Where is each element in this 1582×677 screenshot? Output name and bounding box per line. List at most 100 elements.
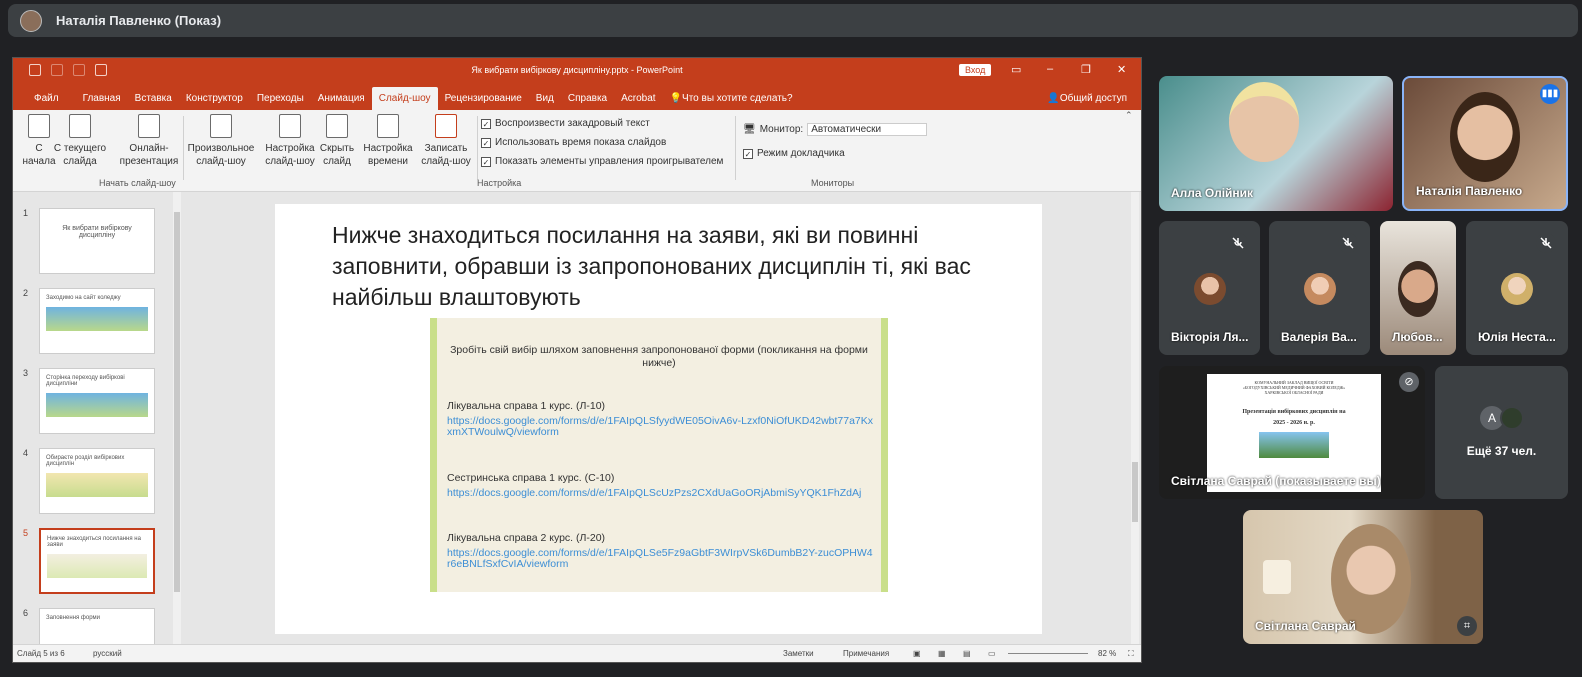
from-current-button[interactable]: С текущего слайда (51, 114, 109, 168)
unpin-icon[interactable]: ⊘ (1399, 372, 1419, 392)
zoom-level[interactable]: 82 % (1098, 649, 1116, 658)
tab-home[interactable]: Главная (76, 93, 128, 110)
tab-view[interactable]: Вид (529, 93, 561, 110)
tab-acrobat[interactable]: Acrobat (614, 93, 662, 110)
participant-video (1331, 524, 1411, 634)
thumbs-scrollbar[interactable] (173, 192, 181, 646)
hide-slide-button[interactable]: Скрыть слайд (317, 114, 357, 168)
participant-tile-screenshare[interactable]: КОМУНАЛЬНИЙ ЗАКЛАД ВИЩОЇ ОСВІТИ «БОГОДУХ… (1159, 366, 1425, 499)
media-controls-checkbox[interactable]: ✓ Показать элементы управления проигрыват… (481, 156, 723, 167)
shared-slide-line: ХАРКІВСЬКОЇ ОБЛАСНОЇ РАДИ (1264, 390, 1324, 395)
collapse-ribbon-icon[interactable]: ⌃ (1125, 110, 1133, 121)
tab-help[interactable]: Справка (561, 93, 614, 110)
participant-tile[interactable]: ⌗ Світлана Саврай (1243, 510, 1483, 644)
maximize-icon[interactable]: ❐ (1081, 63, 1091, 76)
form-link[interactable]: https://docs.google.com/forms/d/e/1FAIpQ… (447, 548, 875, 570)
signin-button[interactable]: Вход (959, 64, 992, 76)
minimize-icon[interactable]: – (1047, 63, 1053, 75)
tab-slideshow[interactable]: Слайд-шоу (371, 87, 438, 110)
tab-insert[interactable]: Вставка (128, 93, 179, 110)
slide-sorter-icon[interactable]: ▦ (938, 649, 946, 658)
presenter-title: Наталія Павленко (Показ) (56, 13, 222, 28)
record-show-button[interactable]: Записать слайд-шоу (415, 114, 477, 168)
tell-me-search[interactable]: 💡Что вы хотите сделать? (663, 93, 800, 110)
crop-icon[interactable]: ⌗ (1457, 616, 1477, 636)
thumb-text: Обираєте розділ вибіркових дисциплін (46, 455, 125, 467)
slide-thumbnail[interactable]: Сторінка переходу вибіркові дисципліни (39, 368, 155, 434)
participant-avatar (1193, 273, 1226, 305)
share-button[interactable]: 👤Общий доступ (1047, 93, 1127, 104)
slideshow-start-icon (28, 114, 50, 138)
participant-tile[interactable]: Юлія Неста... (1466, 221, 1568, 355)
slide-canvas[interactable]: Нижче знаходиться посилання на заяви, як… (275, 204, 1042, 634)
reading-view-icon[interactable]: ▤ (963, 649, 971, 658)
form-link[interactable]: https://docs.google.com/forms/d/e/1FAIpQ… (447, 416, 875, 438)
participant-avatar (1303, 273, 1336, 305)
tab-design[interactable]: Конструктор (179, 93, 250, 110)
slide-thumbnail[interactable]: Як вибрати вибіркову дисципліну (39, 208, 155, 274)
custom-show-button[interactable]: Произвольное слайд-шоу (185, 114, 257, 168)
fit-slide-icon[interactable]: ⛶ (1128, 649, 1134, 659)
participant-name: Валерія Ва... (1281, 330, 1357, 344)
thumb-number: 5 (23, 528, 29, 538)
more-participants-tile[interactable]: A Ещё 37 чел. (1435, 366, 1568, 499)
powerpoint-window: Як вибрати вибіркову дисципліну.pptx - P… (12, 57, 1142, 663)
thumb-number: 3 (23, 368, 29, 378)
divider (735, 116, 736, 180)
tab-transitions[interactable]: Переходы (250, 93, 311, 110)
online-present-button[interactable]: Онлайн-презентация (115, 114, 183, 168)
ribbon-display-icon[interactable]: ▭ (1011, 63, 1021, 76)
comments-button[interactable]: Примечания (843, 649, 889, 658)
presenter-avatar (20, 9, 42, 32)
slide-thumbnail[interactable]: Обираєте розділ вибіркових дисциплін (39, 448, 155, 514)
record-show-label: Записать слайд-шоу (421, 143, 471, 167)
more-participants-label: Ещё 37 чел. (1466, 444, 1537, 458)
from-current-label: С текущего слайда (53, 143, 107, 167)
zoom-slider[interactable] (1008, 653, 1088, 654)
participant-tile[interactable]: Вікторія Ля... (1159, 221, 1260, 355)
narration-checkbox[interactable]: ✓ Воспроизвести закадровый текст (481, 118, 650, 129)
tab-review[interactable]: Рецензирование (438, 93, 529, 110)
thumb-image (46, 307, 148, 331)
slide-scrollbar[interactable] (1131, 192, 1139, 646)
ribbon-tabs: Файл Главная Вставка Конструктор Переход… (13, 84, 1141, 110)
participant-tile-speaking[interactable]: ▮▮▮ Наталія Павленко (1402, 76, 1568, 211)
slide-heading[interactable]: Нижче знаходиться посилання на заяви, як… (332, 220, 972, 313)
thumb-text: Нижче знаходиться посилання на заяви (47, 536, 141, 548)
monitor-value[interactable]: Автоматически (807, 123, 928, 136)
slide-thumbnail[interactable]: Заходимо на сайт коледжу (39, 288, 155, 354)
tab-file[interactable]: Файл (27, 93, 66, 110)
timings-checkbox[interactable]: ✓ Использовать время показа слайдов (481, 137, 666, 148)
course-label: Лікувальна справа 2 курс. (Л-20) (447, 532, 606, 544)
monitor-select[interactable]: 🖥 Монитор: Автоматически (743, 123, 928, 136)
checkmark-icon: ✓ (481, 156, 491, 167)
close-icon[interactable]: ✕ (1117, 63, 1126, 76)
language-status[interactable]: русский (93, 649, 122, 658)
divider (477, 116, 478, 180)
slideshow-current-icon (69, 114, 91, 138)
thumb-number: 4 (23, 448, 29, 458)
tab-animation[interactable]: Анимация (311, 93, 372, 110)
participant-tile[interactable]: Любов... (1380, 221, 1456, 355)
slide-image[interactable]: Зробіть свій вибір шляхом заповнення зап… (430, 318, 888, 592)
rehearse-timings-button[interactable]: Настройка времени (361, 114, 415, 168)
monitor-label: Монитор: (759, 124, 804, 135)
setup-show-button[interactable]: Настройка слайд-шоу (263, 114, 317, 168)
slide-thumbnail-active[interactable]: Нижче знаходиться посилання на заяви (39, 528, 155, 594)
shared-slide-years: 2025 - 2026 н. р. (1273, 420, 1315, 426)
checkmark-icon: ✓ (481, 118, 491, 129)
scroll-thumb[interactable] (174, 212, 180, 592)
record-icon (435, 114, 457, 138)
scroll-thumb[interactable] (1132, 462, 1138, 522)
presenter-view-label: Режим докладчика (757, 148, 845, 159)
presenter-bar: Наталія Павленко (Показ) (8, 4, 1578, 37)
slideshow-view-icon[interactable]: ▭ (988, 649, 996, 658)
participant-tile[interactable]: Алла Олійник (1159, 76, 1393, 211)
form-link[interactable]: https://docs.google.com/forms/d/e/1FAIpQ… (447, 488, 875, 499)
normal-view-icon[interactable]: ▣ (913, 649, 921, 658)
notes-button[interactable]: Заметки (783, 649, 814, 658)
participant-tile[interactable]: Валерія Ва... (1269, 221, 1370, 355)
mic-off-icon (1338, 233, 1358, 253)
presenter-view-checkbox[interactable]: ✓ Режим докладчика (743, 148, 845, 159)
participant-video (1229, 82, 1299, 162)
